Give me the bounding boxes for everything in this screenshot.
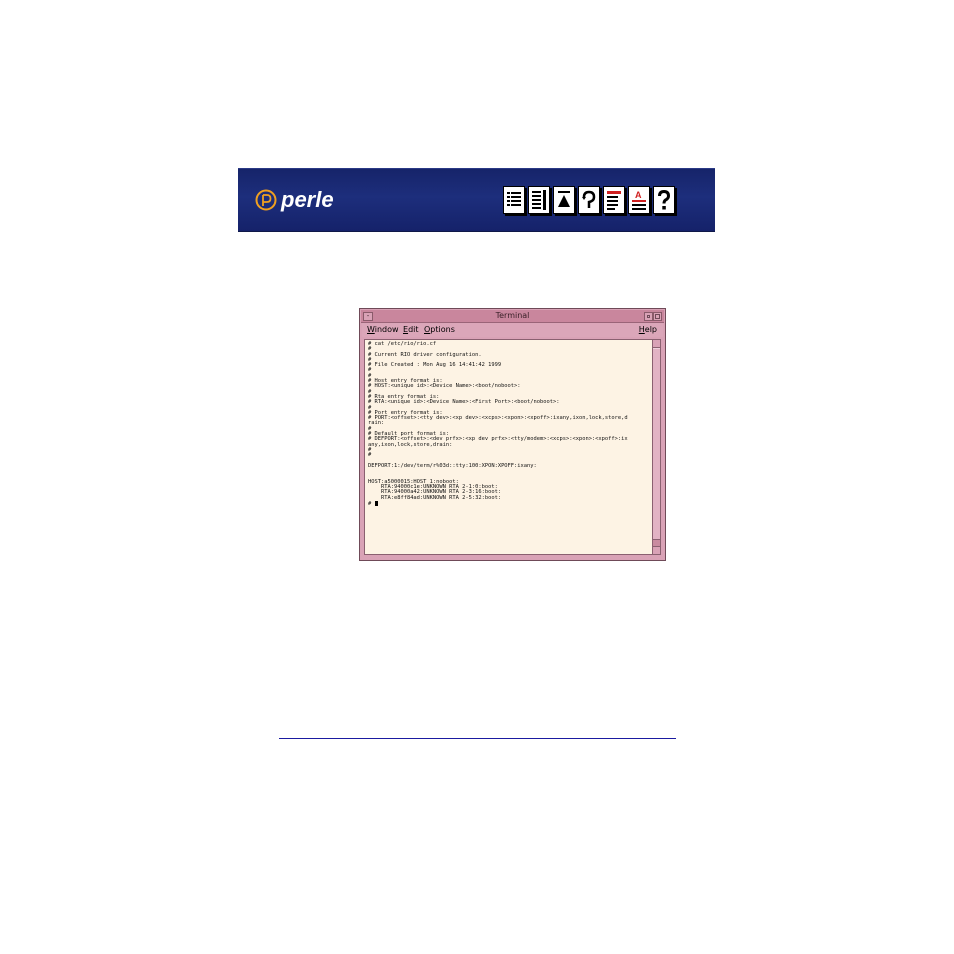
back-icon[interactable] — [578, 186, 600, 214]
terminal-line: RTA:e8ff84ad:UNKNOWN RTA 2-5:32:boot: — [368, 494, 502, 501]
perle-logo[interactable]: perle — [255, 186, 334, 214]
footer-divider — [279, 738, 676, 739]
perle-logo-icon — [255, 189, 277, 211]
perle-logo-text: perle — [281, 187, 334, 212]
scroll-down-icon[interactable] — [653, 546, 660, 554]
terminal-line: any,ixon,lock,store,drain: — [368, 441, 453, 448]
text-cursor — [374, 500, 378, 506]
index-icon[interactable] — [528, 186, 550, 214]
window-title: Terminal — [495, 311, 530, 320]
menu-help-rest: elp — [644, 325, 657, 334]
scroll-up-icon[interactable] — [653, 340, 660, 348]
terminal-line: # File Created : Mon Aug 16 14:41:42 199… — [368, 362, 502, 369]
maximize-icon[interactable] — [653, 312, 662, 321]
menu-window-mnemonic: W — [367, 325, 375, 334]
menu-window-rest: indow — [374, 325, 399, 334]
terminal-line: # RTA:<unique id>:<Device Name>:<First P… — [368, 399, 560, 406]
top-icon[interactable] — [553, 186, 575, 214]
menu-window[interactable]: Window — [367, 323, 399, 337]
terminal-output[interactable]: # cat /etc/rio/rio.cf # # Current RIO dr… — [364, 339, 653, 555]
terminal-line: # cat /etc/rio/rio.cf — [368, 341, 437, 347]
contents-icon[interactable] — [503, 186, 525, 214]
terminal-line: # Current RIO driver configuration. — [368, 351, 482, 358]
terminal-line: # HOST:<unique id>:<Device Name>:<boot/n… — [368, 383, 521, 390]
terminal-text: # cat /etc/rio/rio.cf # # Current RIO dr… — [365, 340, 652, 507]
terminal-window: - Terminal Window Edit Options Help # ca… — [359, 308, 666, 561]
menu-options-rest: ptions — [430, 325, 455, 334]
navigation-toolbar: A — [503, 186, 675, 214]
menu-help[interactable]: Help — [639, 323, 657, 337]
terminal-line: # — [368, 452, 372, 459]
menu-edit[interactable]: Edit — [403, 323, 419, 337]
scrollbar-thumb[interactable] — [653, 348, 660, 540]
minimize-icon[interactable] — [644, 312, 653, 321]
title-bar[interactable]: - Terminal — [361, 310, 664, 323]
menu-options[interactable]: Options — [424, 323, 455, 337]
terminal-line: DEFPORT:1:/dev/term/r%03d::tty:100:XPON:… — [368, 462, 537, 469]
previous-page-icon[interactable] — [603, 186, 625, 214]
menu-bar: Window Edit Options Help — [362, 323, 663, 337]
page: perle A - Terminal Window Edit Options H… — [0, 0, 954, 954]
help-icon[interactable] — [653, 186, 675, 214]
menu-edit-rest: dit — [408, 325, 419, 334]
next-page-icon[interactable]: A — [628, 186, 650, 214]
svg-text:A: A — [635, 190, 642, 200]
header-banner: perle A — [238, 168, 715, 232]
terminal-line: # PORT:<offset>:<tty dev>:<xp dev>:<xcps… — [368, 415, 628, 422]
vertical-scrollbar[interactable] — [652, 339, 661, 555]
